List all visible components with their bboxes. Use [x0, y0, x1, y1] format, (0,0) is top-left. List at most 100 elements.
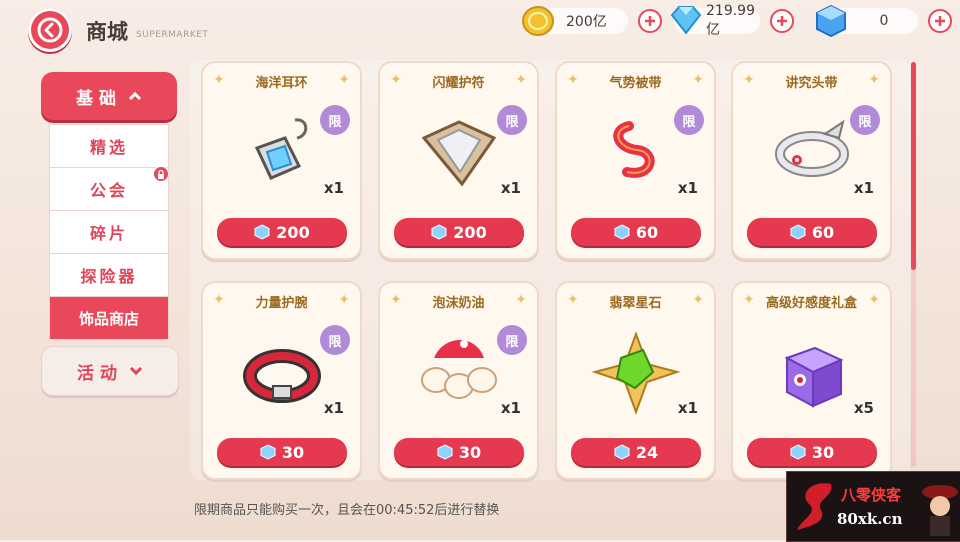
sidebar-item-label: 饰品商店 [78, 309, 139, 328]
ocean-earring-icon [254, 118, 308, 180]
add-coin-button[interactable] [638, 9, 662, 33]
sidebar-item-label: 公会 [89, 181, 128, 200]
shining-amulet-icon [421, 120, 497, 187]
buy-button[interactable]: 30 [394, 438, 524, 466]
back-arrow-icon [37, 17, 63, 43]
limited-badge: 限 [850, 105, 880, 135]
item-card[interactable]: ✦ ✦ 气势被带限 x1 60 [555, 61, 716, 260]
buy-button[interactable]: 60 [571, 218, 701, 246]
watermark-logo: 八零侠客 80xk.cn [786, 471, 960, 542]
buy-button[interactable]: 200 [394, 218, 524, 246]
item-quantity: x1 [500, 179, 521, 197]
plus-icon [645, 16, 655, 26]
sidebar-sublist: 精选 公会 碎片 探险器 饰品商店 [49, 124, 169, 340]
item-name: 气势被带 [609, 76, 662, 91]
coin-value: 200亿 [566, 14, 607, 30]
chevron-down-icon [129, 366, 143, 376]
sidebar-item-label: 精选 [89, 138, 128, 157]
item-card[interactable]: ✦ ✦ 海洋耳环限 x1 200 [201, 61, 362, 260]
page-subtitle: SUPERMARKET [136, 30, 209, 40]
item-name: 讲究头带 [785, 76, 838, 91]
headband-icon [775, 119, 849, 177]
sidebar-category-events[interactable]: 活动 [41, 346, 179, 396]
page-title: 商城 [86, 20, 128, 44]
sidebar-category-label: 活动 [77, 363, 123, 384]
crystal-cube-icon [431, 224, 447, 240]
diamond-icon [670, 6, 702, 35]
item-name: 泡沫奶油 [432, 296, 485, 311]
ribbon-icon [613, 121, 655, 178]
limited-badge: 限 [497, 325, 527, 355]
add-cube-button[interactable] [928, 9, 952, 33]
dragon-logo-icon [797, 483, 832, 530]
sidebar-item-label: 碎片 [89, 224, 128, 243]
item-price: 60 [811, 222, 835, 242]
diamond-value: 219.99亿 [706, 3, 755, 38]
item-card[interactable]: ✦ ✦ 翡翠星石 x1 24 [555, 281, 716, 480]
wristband-icon [243, 349, 321, 403]
item-price: 24 [635, 442, 659, 462]
chevron-up-icon [128, 91, 142, 101]
item-name: 闪耀护符 [432, 76, 485, 91]
currency-coin: 200亿 [522, 6, 662, 36]
item-card[interactable]: ✦ ✦ 泡沫奶油限 x1 30 [378, 281, 539, 480]
crystal-cube-icon [790, 444, 806, 460]
sidebar-category-basic[interactable]: 基础 [41, 72, 177, 120]
item-quantity: x1 [323, 399, 344, 417]
item-card[interactable]: ✦ ✦ 闪耀护符限 x1 200 [378, 61, 539, 260]
item-price: 200 [453, 222, 487, 242]
watermark-line1: 八零侠客 [841, 486, 902, 504]
item-name: 高级好感度礼盒 [765, 296, 857, 311]
item-quantity: x5 [853, 399, 874, 417]
buy-button[interactable]: 200 [217, 218, 347, 246]
limited-badge: 限 [320, 325, 350, 355]
buy-button[interactable]: 24 [571, 438, 701, 466]
currency-diamond: 219.99亿 [670, 3, 794, 38]
limited-badge: 限 [497, 105, 527, 135]
lock-icon [153, 166, 169, 182]
character-portrait-icon [922, 485, 958, 536]
item-price: 30 [281, 442, 305, 462]
plus-icon [777, 16, 787, 26]
scrollbar[interactable] [911, 62, 916, 270]
item-name: 海洋耳环 [255, 76, 308, 91]
item-card[interactable]: ✦ ✦ 高级好感度礼盒 x5 30 [731, 281, 892, 480]
item-quantity: x1 [323, 179, 344, 197]
sidebar-item-fragments[interactable]: 碎片 [50, 211, 168, 254]
watermark-line2: 80xk.cn [837, 510, 903, 528]
sidebar-category-label: 基础 [76, 88, 122, 109]
add-diamond-button[interactable] [770, 9, 794, 33]
crystal-cube-icon [816, 4, 846, 38]
limited-badge: 限 [674, 105, 704, 135]
buy-button[interactable]: 60 [747, 218, 877, 246]
back-button[interactable] [28, 8, 72, 52]
crystal-cube-icon [614, 444, 630, 460]
item-price: 60 [635, 222, 659, 242]
item-price: 30 [811, 442, 835, 462]
sidebar-item-explorer[interactable]: 探险器 [50, 254, 168, 297]
crystal-cube-icon [260, 444, 276, 460]
limited-notice: 限期商品只能购买一次，且会在00:45:52后进行替换 [194, 503, 500, 518]
plus-icon [935, 16, 945, 26]
gift-box-icon [784, 346, 844, 408]
cube-value: 0 [879, 13, 889, 29]
crystal-cube-icon [790, 224, 806, 240]
item-quantity: x1 [500, 399, 521, 417]
limited-badge: 限 [320, 105, 350, 135]
coin-icon [522, 6, 554, 36]
item-card[interactable]: ✦ ✦ 讲究头带限 x1 60 [731, 61, 892, 260]
sidebar-item-featured[interactable]: 精选 [50, 125, 168, 168]
item-name: 力量护腕 [255, 296, 308, 311]
crystal-cube-icon [437, 444, 453, 460]
sidebar-item-guild[interactable]: 公会 [50, 166, 169, 211]
buy-button[interactable]: 30 [217, 438, 347, 466]
sidebar-item-accessory-shop[interactable]: 饰品商店 [50, 297, 168, 339]
sidebar-item-label: 探险器 [80, 267, 138, 286]
item-quantity: x1 [677, 179, 698, 197]
item-card[interactable]: ✦ ✦ 力量护腕限 x1 30 [201, 281, 362, 480]
crystal-cube-icon [614, 224, 630, 240]
buy-button[interactable]: 30 [747, 438, 877, 466]
item-quantity: x1 [853, 179, 874, 197]
item-name: 翡翠星石 [609, 296, 662, 311]
whipped-cream-icon [421, 340, 497, 399]
